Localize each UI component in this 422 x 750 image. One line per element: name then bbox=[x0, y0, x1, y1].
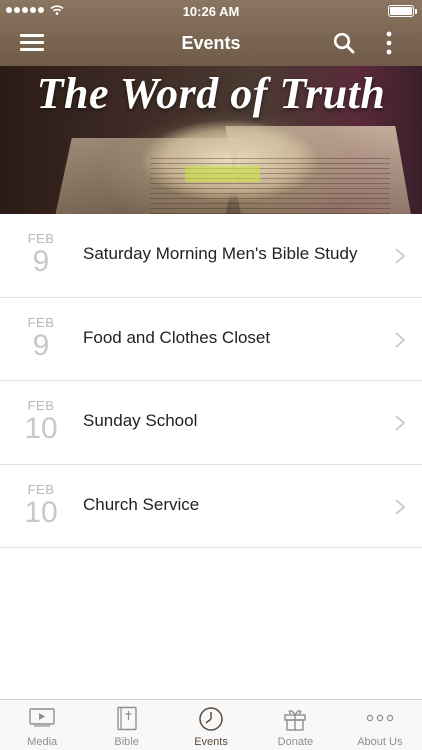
event-date: FEB 10 bbox=[18, 399, 64, 445]
status-bar: 10:26 AM bbox=[0, 0, 422, 22]
event-day: 9 bbox=[32, 245, 50, 278]
event-name: Church Service bbox=[83, 494, 200, 514]
tab-bible[interactable]: Bible bbox=[84, 700, 168, 750]
chevron-right-icon bbox=[395, 498, 406, 515]
status-time: 10:26 AM bbox=[182, 4, 240, 19]
event-month: FEB bbox=[27, 231, 55, 246]
event-name: Saturday Morning Men's Bible Study bbox=[83, 244, 358, 263]
tab-label: Bible bbox=[114, 736, 139, 748]
more-dots-icon bbox=[366, 714, 394, 722]
hero-title: The Word of Truth bbox=[36, 69, 386, 118]
tab-donate[interactable]: Donate bbox=[253, 700, 337, 750]
chevron-right-icon bbox=[395, 248, 406, 264]
bible-icon bbox=[116, 706, 137, 731]
tab-label: Events bbox=[194, 736, 228, 748]
play-icon bbox=[29, 708, 55, 727]
tab-label: Donate bbox=[277, 736, 314, 748]
page-title: Events bbox=[181, 33, 241, 53]
tab-bar: Media Bible Events Donate About Us bbox=[0, 699, 422, 750]
gift-icon bbox=[284, 710, 307, 731]
search-icon[interactable] bbox=[333, 32, 355, 54]
tab-events[interactable]: Events bbox=[169, 700, 253, 750]
clock-icon bbox=[199, 707, 223, 731]
event-row[interactable]: FEB 9 Saturday Morning Men's Bible Study bbox=[0, 214, 422, 298]
event-day: 9 bbox=[32, 328, 50, 362]
nav-bar: Events bbox=[0, 22, 422, 66]
event-month: FEB bbox=[27, 398, 55, 413]
event-date: FEB 9 bbox=[18, 314, 64, 362]
event-row[interactable]: FEB 10 Sunday School bbox=[0, 381, 422, 465]
top-bar: 10:26 AM Events bbox=[0, 0, 422, 66]
event-date: FEB 9 bbox=[18, 232, 64, 278]
event-date: FEB 10 bbox=[18, 481, 64, 529]
event-row[interactable]: FEB 9 Food and Clothes Closet bbox=[0, 297, 422, 381]
event-row[interactable]: FEB 10 Church Service bbox=[0, 464, 422, 548]
chevron-right-icon bbox=[395, 415, 406, 431]
chevron-right-icon bbox=[395, 331, 406, 348]
event-month: FEB bbox=[27, 314, 55, 330]
tab-media[interactable]: Media bbox=[0, 700, 84, 750]
event-day: 10 bbox=[24, 412, 58, 445]
tab-label: Media bbox=[27, 736, 58, 748]
tab-about-us[interactable]: About Us bbox=[338, 700, 422, 750]
hero-banner: The Word of Truth bbox=[0, 66, 422, 214]
events-list: FEB 9 Saturday Morning Men's Bible Study… bbox=[0, 214, 422, 548]
more-vertical-icon[interactable] bbox=[380, 30, 398, 56]
event-day: 10 bbox=[24, 495, 58, 529]
tab-label: About Us bbox=[357, 736, 403, 748]
event-name: Food and Clothes Closet bbox=[83, 327, 271, 347]
event-name: Sunday School bbox=[83, 411, 198, 430]
battery-icon bbox=[388, 5, 417, 17]
event-month: FEB bbox=[27, 481, 55, 497]
